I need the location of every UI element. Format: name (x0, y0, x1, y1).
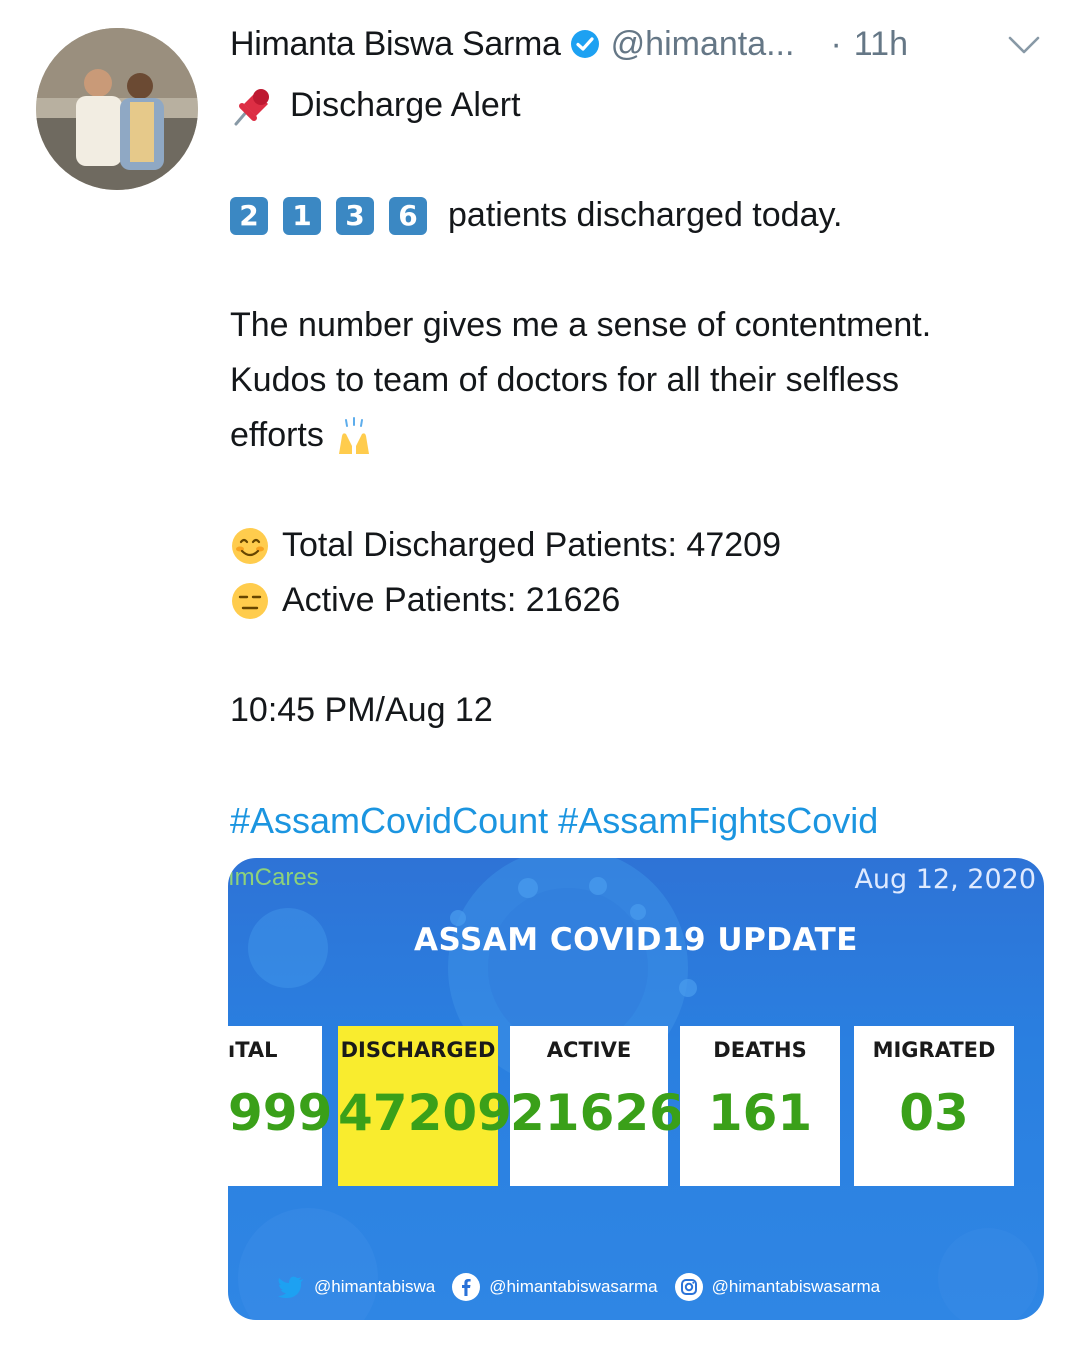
twitter-bird-icon (276, 1272, 306, 1302)
chevron-down-icon[interactable] (1004, 24, 1044, 64)
stat-value: 03 (899, 1084, 969, 1142)
stat-migrated: MIGRATED 03 (854, 1026, 1014, 1186)
stat-label: ıTAL (228, 1038, 278, 1062)
smiling-face-icon (230, 526, 270, 566)
total-discharged-line: Total Discharged Patients: 47209 (230, 518, 1050, 573)
keycap-digits: 2 1 3 6 (230, 196, 442, 235)
hashtags-line: #AssamCovidCount #AssamFightsCovid (230, 793, 1050, 848)
alert-line: Discharge Alert (230, 78, 1050, 133)
media-social-handles: @himantabiswa @himantabiswasarma @himant… (276, 1272, 896, 1302)
keycap-digit: 3 (336, 196, 374, 235)
facebook-icon (451, 1272, 481, 1302)
paragraph-line: The number gives me a sense of contentme… (230, 306, 932, 344)
efforts-text: efforts (230, 416, 324, 454)
total-discharged-text: Total Discharged Patients: 47209 (282, 526, 781, 564)
media-title: ASSAM COVID19 UPDATE (414, 922, 858, 958)
stat-value: 161 (707, 1084, 813, 1142)
stat-label: MIGRATED (872, 1038, 996, 1062)
stat-label: ACTIVE (546, 1038, 632, 1062)
keycap-digit: 2 (230, 196, 268, 235)
header-separator: · (830, 24, 842, 63)
facebook-handle: @himantabiswasarma (451, 1272, 658, 1302)
stat-label: DEATHS (713, 1038, 807, 1062)
active-patients-line: Active Patients: 21626 (230, 573, 1050, 628)
stat-active: ACTIVE 21626 (510, 1026, 684, 1186)
author-handle[interactable]: @himanta... (611, 25, 795, 64)
keycap-digit: 1 (283, 196, 321, 235)
discharged-today-line: 2 1 3 6 patients discharged today. (230, 188, 1050, 243)
tweet-time[interactable]: 11h (854, 25, 908, 64)
hashtag-link[interactable]: #AssamFightsCovid (558, 793, 878, 848)
stat-value: 999 (228, 1084, 333, 1142)
stat-label: DISCHARGED (340, 1038, 496, 1062)
instagram-handle: @himantabiswasarma (674, 1272, 880, 1302)
paragraph-line: efforts (230, 408, 1050, 463)
raised-hands-icon (334, 416, 374, 456)
discharged-today-text: patients discharged today. (448, 196, 843, 234)
tweet-text: Discharge Alert 2 1 3 6 patients dischar… (230, 78, 1050, 848)
author-name[interactable]: Himanta Biswa Sarma (230, 25, 561, 64)
stat-deaths: DEATHS 161 (680, 1026, 840, 1186)
expressionless-face-icon (230, 581, 270, 621)
timestamp-line: 10:45 PM/Aug 12 (230, 691, 493, 729)
media-brand-text: ımCares (228, 864, 319, 891)
verified-badge-icon (569, 28, 601, 60)
tweet-media-image[interactable]: ımCares Aug 12, 2020 ASSAM COVID19 UPDAT… (228, 858, 1044, 1320)
alert-title: Discharge Alert (290, 86, 521, 124)
instagram-handle-text: @himantabiswasarma (711, 1277, 881, 1296)
instagram-icon (674, 1272, 704, 1302)
stat-discharged: DISCHARGED 47209 (338, 1026, 512, 1186)
stat-value: 21626 (510, 1084, 684, 1142)
facebook-handle-text: @himantabiswasarma (489, 1277, 658, 1296)
hashtag-link[interactable]: #AssamCovidCount (230, 793, 548, 848)
paragraph-line: Kudos to team of doctors for all their s… (230, 361, 899, 399)
active-patients-text: Active Patients: 21626 (282, 581, 621, 619)
twitter-handle-text: @himantabiswa (314, 1277, 436, 1296)
author-avatar[interactable] (36, 28, 198, 190)
twitter-handle: @himantabiswa (276, 1272, 435, 1302)
pushpin-icon (230, 84, 274, 128)
keycap-digit: 6 (389, 196, 427, 235)
tweet-header: Himanta Biswa Sarma @himanta... · 11h (230, 22, 1050, 66)
stat-value: 47209 (338, 1084, 512, 1142)
media-date: Aug 12, 2020 (854, 864, 1036, 895)
stat-total: ıTAL 999 (228, 1026, 333, 1186)
